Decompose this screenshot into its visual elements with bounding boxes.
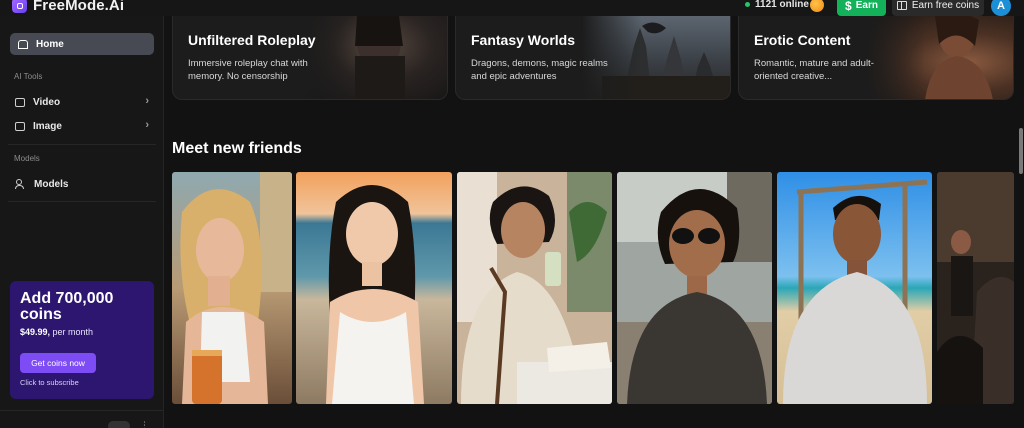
sidebar-item-label: Home (36, 38, 64, 50)
logo-icon (12, 0, 27, 13)
friend-photo (937, 172, 1014, 404)
online-indicator: 1121 online (745, 0, 809, 10)
earn-button[interactable]: $ Earn (837, 0, 886, 16)
feature-title: Fantasy Worlds (471, 32, 575, 48)
promo-title: Add 700,000 coins (20, 290, 114, 323)
sidebar-item-label: Image (33, 120, 62, 132)
sidebar-item-label: Models (34, 178, 69, 190)
feature-card-fantasy[interactable]: Fantasy Worlds Dragons, demons, magic re… (455, 16, 731, 100)
get-coins-button[interactable]: Get coins now (20, 353, 96, 373)
earn-free-coins-button[interactable]: Earn free coins (892, 0, 984, 16)
image-icon (15, 121, 25, 131)
coin-icon[interactable] (810, 0, 824, 12)
sidebar-divider (0, 410, 164, 411)
dollar-icon: $ (845, 0, 852, 13)
friend-photo (617, 172, 772, 404)
feature-description: Romantic, mature and adult-oriented crea… (754, 58, 874, 82)
feature-description: Dragons, demons, magic realms and epic a… (471, 58, 608, 82)
sidebar: Home AI Tools Video › Image › Models Mod… (0, 16, 164, 428)
ai-tools-heading: AI Tools (14, 72, 43, 81)
home-icon (18, 39, 28, 49)
friend-photo (296, 172, 452, 404)
friend-photo (777, 172, 932, 404)
online-count: 1121 online (755, 0, 809, 10)
sidebar-divider (8, 201, 156, 202)
models-heading: Models (14, 154, 40, 163)
feature-title: Erotic Content (754, 32, 851, 48)
friend-card-man-reading-cafe[interactable] (457, 172, 612, 404)
promo-subtext: Click to subscribe (20, 378, 79, 387)
friend-card-man-grey-shirt-beach[interactable] (777, 172, 932, 404)
friend-card-partial[interactable] (937, 172, 1014, 404)
gift-icon (896, 1, 907, 10)
page-scrollbar[interactable] (1019, 128, 1023, 174)
promo-price: $49.99, per month (20, 327, 94, 337)
feature-card-erotic[interactable]: Erotic Content Romantic, mature and adul… (738, 16, 1014, 100)
brand-logo[interactable]: FreeMode.Ai (12, 0, 124, 14)
friend-card-woman-white-dress-sunset[interactable] (296, 172, 452, 404)
video-icon (15, 97, 25, 107)
brand-name: FreeMode.Ai (33, 0, 125, 14)
promo-card[interactable]: Add 700,000 coins $49.99, per month Get … (10, 281, 154, 399)
chevron-right-icon: › (145, 95, 149, 107)
chevron-right-icon: › (145, 119, 149, 131)
sidebar-item-video[interactable]: Video › (15, 94, 149, 110)
feature-description: Immersive roleplay chat with memory. No … (188, 58, 308, 82)
top-bar: FreeMode.Ai 1121 online $ Earn Earn free… (0, 0, 1024, 16)
friend-card-blonde-woman-beach[interactable] (172, 172, 292, 404)
section-title-meet-new-friends: Meet new friends (172, 140, 302, 157)
users-icon (15, 179, 26, 189)
online-dot-icon (745, 2, 750, 7)
earn-label: Earn (855, 0, 878, 11)
friend-photo (172, 172, 292, 404)
sidebar-item-models[interactable]: Models (15, 176, 149, 192)
sidebar-item-label: Video (33, 96, 61, 108)
user-avatar[interactable]: A (991, 0, 1011, 16)
sidebar-item-image[interactable]: Image › (15, 118, 149, 134)
friend-photo (457, 172, 612, 404)
earn-free-coins-label: Earn free coins (911, 0, 980, 11)
feature-card-roleplay[interactable]: Unfiltered Roleplay Immersive roleplay c… (172, 16, 448, 100)
sidebar-divider (8, 144, 156, 145)
feature-title: Unfiltered Roleplay (188, 32, 316, 48)
settings-toggle[interactable] (108, 421, 130, 428)
more-icon[interactable]: ⋮ (140, 420, 149, 428)
friend-card-man-sunglasses[interactable] (617, 172, 772, 404)
sidebar-item-home[interactable]: Home (10, 33, 154, 55)
